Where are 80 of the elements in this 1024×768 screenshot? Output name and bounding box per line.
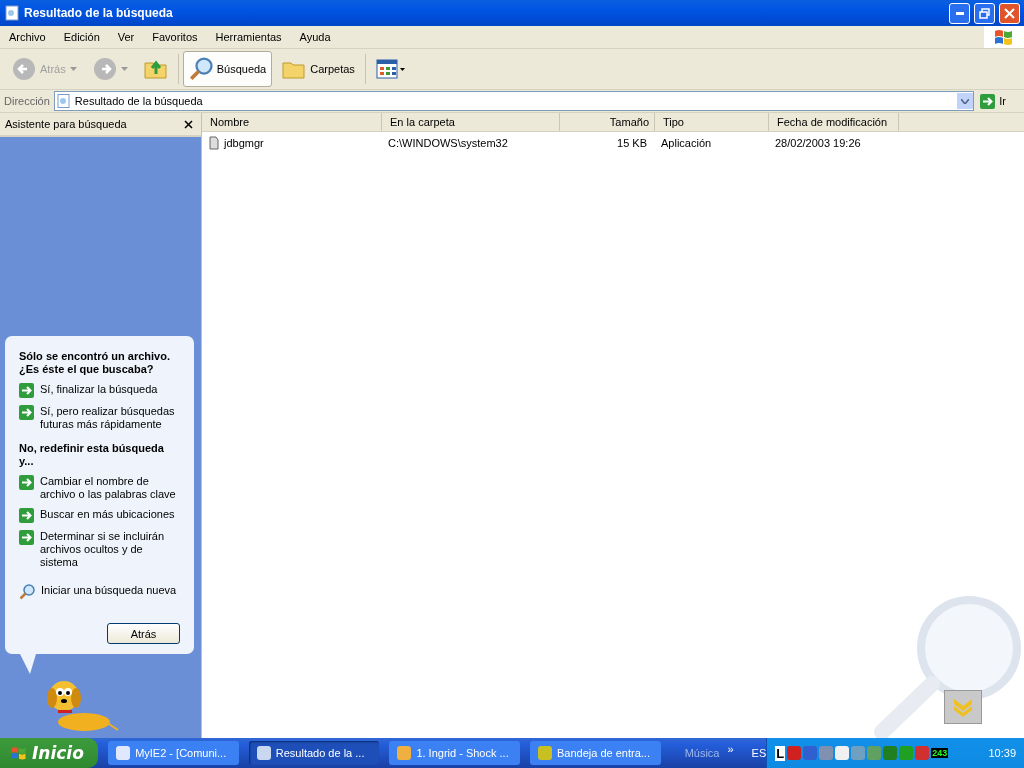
tray-icon[interactable] — [851, 746, 866, 760]
taskbar-button[interactable]: 1. Ingrid - Shock ... — [389, 741, 520, 765]
tray-icon[interactable] — [915, 746, 930, 760]
column-header[interactable]: Nombre — [202, 113, 382, 131]
start-button[interactable]: Inicio — [0, 738, 99, 768]
search-window-icon — [4, 5, 20, 21]
clock: 10:39 — [988, 747, 1016, 759]
option-link[interactable]: Determinar si se incluirán archivos ocultos y de sistema — [40, 530, 180, 569]
table-cell-text: Aplicación — [660, 136, 713, 151]
menu-item[interactable]: Ver — [108, 31, 144, 43]
scroll-down-button[interactable] — [944, 690, 982, 724]
taskbar-button[interactable]: Resultado de la ... — [248, 741, 380, 765]
back-button[interactable]: Atrás — [107, 623, 180, 644]
app-icon — [256, 746, 271, 760]
option-link[interactable]: Buscar en más ubicaciones — [40, 508, 175, 521]
column-header[interactable]: Fecha de modificación — [769, 113, 899, 131]
app-icon — [116, 746, 131, 760]
close-icon — [1004, 7, 1015, 19]
address-label: Dirección — [4, 95, 50, 107]
minimize-button[interactable] — [949, 2, 970, 24]
arrow-icon — [19, 530, 34, 545]
window-title: Resultado de la búsqueda — [24, 6, 174, 20]
restore-button[interactable] — [974, 2, 995, 24]
flag-logo-icon — [993, 28, 1015, 46]
option-link[interactable]: Sí, pero realizar búsquedas futuras más rápidamente — [40, 405, 180, 431]
arrow-icon — [19, 475, 34, 490]
caret-icon — [69, 67, 77, 71]
column-header[interactable]: En la carpeta — [382, 113, 560, 131]
arrow-icon — [980, 93, 996, 109]
folders-button[interactable]: Carpetas — [276, 51, 361, 87]
menu-item[interactable]: Ayuda — [290, 31, 340, 43]
menu-item[interactable]: Herramientas — [206, 31, 291, 43]
go-button[interactable]: Ir — [978, 93, 1020, 109]
file-name[interactable]: jdbgmgr — [202, 134, 382, 152]
arrow-icon — [19, 508, 34, 523]
table-cell-text: C:\WINDOWS\system32 — [387, 136, 509, 151]
address-field[interactable]: Resultado de la búsqueda — [53, 91, 975, 111]
caret-icon — [961, 98, 970, 104]
arrow-icon — [19, 405, 34, 420]
magnifier-icon — [19, 584, 35, 600]
close-button[interactable] — [999, 2, 1020, 24]
option-link[interactable]: Sí, finalizar la búsqueda — [40, 383, 158, 396]
folder-up-icon — [143, 58, 168, 80]
panel-title: Asistente para búsqueda — [5, 118, 127, 130]
taskbar-button[interactable]: Bandeja de entra... — [530, 741, 661, 765]
dropdown-button[interactable] — [957, 93, 974, 109]
column-header[interactable]: Tipo — [655, 113, 769, 131]
language-indicator[interactable]: ES — [751, 747, 767, 759]
tray-icon[interactable]: L — [775, 745, 786, 761]
app-icon — [397, 746, 412, 760]
menu-item[interactable]: Edición — [54, 31, 109, 43]
balloon-heading: Sólo se encontró un archivo. ¿Es éste el que buscaba? — [19, 350, 171, 376]
tray-icon[interactable] — [787, 746, 802, 760]
search-page-icon — [56, 94, 71, 108]
balloon-heading: No, redefinir esta búsqueda y... — [19, 442, 165, 468]
table-cell-text: 15 KB — [616, 136, 648, 151]
tray-icon[interactable]: 243 — [931, 748, 949, 758]
magnifier-icon — [188, 57, 213, 81]
views-icon — [375, 59, 406, 79]
double-chevron-down-icon — [952, 697, 974, 717]
taskbar-button[interactable]: MyIE2 - [Comuni... — [108, 741, 239, 765]
caret-icon — [120, 67, 128, 71]
tray-icon[interactable] — [883, 746, 898, 760]
option-link[interactable]: Iniciar una búsqueda nueva — [41, 584, 177, 597]
menu-item[interactable]: Favoritos — [143, 31, 207, 43]
menu-item[interactable]: Archivo — [0, 31, 55, 43]
tray-icon[interactable] — [835, 746, 850, 760]
toolbar-label: Música — [684, 747, 720, 759]
restore-icon — [979, 7, 990, 19]
close-icon — [184, 120, 193, 129]
search-button[interactable]: Búsqueda — [182, 51, 273, 87]
arrow-icon — [19, 383, 34, 398]
table-cell-text: 28/02/2003 19:26 — [774, 136, 862, 151]
app-icon — [538, 746, 552, 760]
chevron-button[interactable]: » — [727, 743, 734, 755]
flag-logo-icon — [10, 745, 28, 761]
column-header[interactable]: Tamaño — [560, 113, 655, 131]
option-link[interactable]: Cambiar el nombre de archivo o las palabras clave — [40, 475, 180, 501]
tray-icon[interactable] — [803, 746, 818, 760]
minimize-icon — [955, 11, 964, 15]
